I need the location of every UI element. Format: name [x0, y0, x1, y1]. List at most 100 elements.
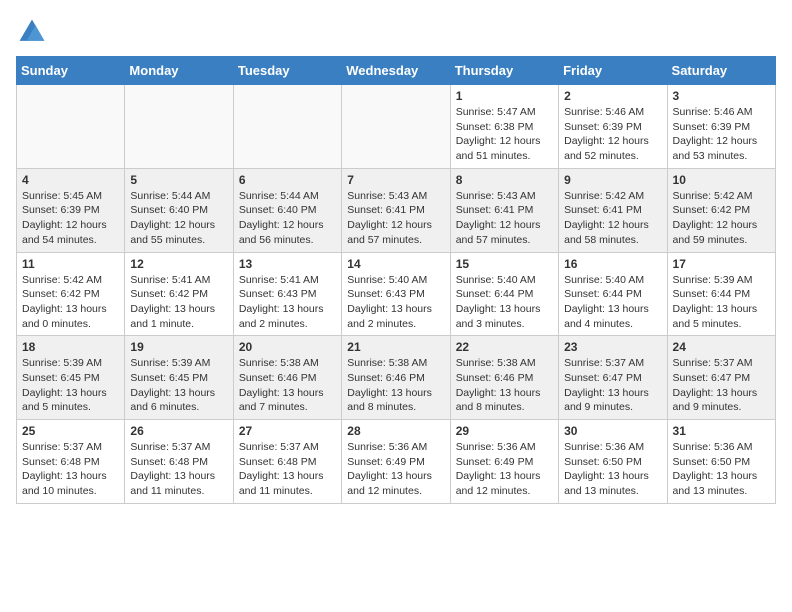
calendar-cell: 18 Sunrise: 5:39 AM Sunset: 6:45 PM Dayli… [17, 336, 125, 420]
calendar-cell: 3 Sunrise: 5:46 AM Sunset: 6:39 PM Daylig… [667, 85, 775, 169]
day-number: 18 [22, 340, 119, 354]
calendar-cell: 12 Sunrise: 5:41 AM Sunset: 6:42 PM Dayli… [125, 252, 233, 336]
page-header [16, 16, 776, 48]
day-info: Sunrise: 5:37 AM Sunset: 6:47 PM Dayligh… [673, 356, 770, 415]
week-row-3: 11 Sunrise: 5:42 AM Sunset: 6:42 PM Dayli… [17, 252, 776, 336]
day-info: Sunrise: 5:42 AM Sunset: 6:42 PM Dayligh… [673, 189, 770, 248]
logo-icon [16, 16, 48, 48]
day-number: 7 [347, 173, 444, 187]
calendar-cell: 4Sunrise: 5:45 AM Sunset: 6:39 PM Daylig… [17, 168, 125, 252]
day-info: Sunrise: 5:40 AM Sunset: 6:44 PM Dayligh… [456, 273, 553, 332]
day-number: 26 [130, 424, 227, 438]
day-number: 13 [239, 257, 336, 271]
calendar-cell [17, 85, 125, 169]
day-info: Sunrise: 5:37 AM Sunset: 6:48 PM Dayligh… [22, 440, 119, 499]
calendar-cell: 15 Sunrise: 5:40 AM Sunset: 6:44 PM Dayli… [450, 252, 558, 336]
calendar-cell: 26 Sunrise: 5:37 AM Sunset: 6:48 PM Dayli… [125, 420, 233, 504]
day-number: 12 [130, 257, 227, 271]
day-info: Sunrise: 5:40 AM Sunset: 6:44 PM Dayligh… [564, 273, 661, 332]
calendar-cell: 24 Sunrise: 5:37 AM Sunset: 6:47 PM Dayli… [667, 336, 775, 420]
calendar-cell: 6 Sunrise: 5:44 AM Sunset: 6:40 PM Daylig… [233, 168, 341, 252]
day-number: 20 [239, 340, 336, 354]
day-number: 6 [239, 173, 336, 187]
calendar-cell: 8 Sunrise: 5:43 AM Sunset: 6:41 PM Daylig… [450, 168, 558, 252]
calendar-cell: 20 Sunrise: 5:38 AM Sunset: 6:46 PM Dayli… [233, 336, 341, 420]
calendar-cell: 29 Sunrise: 5:36 AM Sunset: 6:49 PM Dayli… [450, 420, 558, 504]
day-number: 22 [456, 340, 553, 354]
calendar-cell: 11 Sunrise: 5:42 AM Sunset: 6:42 PM Dayli… [17, 252, 125, 336]
day-info: Sunrise: 5:38 AM Sunset: 6:46 PM Dayligh… [347, 356, 444, 415]
day-number: 2 [564, 89, 661, 103]
week-row-5: 25 Sunrise: 5:37 AM Sunset: 6:48 PM Dayli… [17, 420, 776, 504]
day-info: Sunrise: 5:36 AM Sunset: 6:50 PM Dayligh… [673, 440, 770, 499]
calendar-cell: 17 Sunrise: 5:39 AM Sunset: 6:44 PM Dayli… [667, 252, 775, 336]
day-info: Sunrise: 5:47 AM Sunset: 6:38 PM Dayligh… [456, 105, 553, 164]
day-info: Sunrise: 5:39 AM Sunset: 6:45 PM Dayligh… [130, 356, 227, 415]
day-info: Sunrise: 5:46 AM Sunset: 6:39 PM Dayligh… [673, 105, 770, 164]
calendar-cell: 5 Sunrise: 5:44 AM Sunset: 6:40 PM Daylig… [125, 168, 233, 252]
day-info: Sunrise: 5:45 AM Sunset: 6:39 PM Dayligh… [22, 189, 119, 248]
day-number: 9 [564, 173, 661, 187]
calendar-cell: 14 Sunrise: 5:40 AM Sunset: 6:43 PM Dayli… [342, 252, 450, 336]
calendar-cell: 27 Sunrise: 5:37 AM Sunset: 6:48 PM Dayli… [233, 420, 341, 504]
day-info: Sunrise: 5:38 AM Sunset: 6:46 PM Dayligh… [456, 356, 553, 415]
day-info: Sunrise: 5:36 AM Sunset: 6:49 PM Dayligh… [456, 440, 553, 499]
day-info: Sunrise: 5:37 AM Sunset: 6:47 PM Dayligh… [564, 356, 661, 415]
day-info: Sunrise: 5:46 AM Sunset: 6:39 PM Dayligh… [564, 105, 661, 164]
day-number: 17 [673, 257, 770, 271]
day-number: 28 [347, 424, 444, 438]
day-info: Sunrise: 5:42 AM Sunset: 6:41 PM Dayligh… [564, 189, 661, 248]
calendar-cell: 2 Sunrise: 5:46 AM Sunset: 6:39 PM Daylig… [559, 85, 667, 169]
day-number: 5 [130, 173, 227, 187]
day-info: Sunrise: 5:37 AM Sunset: 6:48 PM Dayligh… [130, 440, 227, 499]
day-info: Sunrise: 5:41 AM Sunset: 6:43 PM Dayligh… [239, 273, 336, 332]
day-number: 10 [673, 173, 770, 187]
day-number: 21 [347, 340, 444, 354]
day-number: 1 [456, 89, 553, 103]
day-info: Sunrise: 5:38 AM Sunset: 6:46 PM Dayligh… [239, 356, 336, 415]
calendar-cell: 22 Sunrise: 5:38 AM Sunset: 6:46 PM Dayli… [450, 336, 558, 420]
calendar-cell: 7 Sunrise: 5:43 AM Sunset: 6:41 PM Daylig… [342, 168, 450, 252]
day-info: Sunrise: 5:42 AM Sunset: 6:42 PM Dayligh… [22, 273, 119, 332]
header-friday: Friday [559, 57, 667, 85]
calendar-cell [342, 85, 450, 169]
week-row-2: 4Sunrise: 5:45 AM Sunset: 6:39 PM Daylig… [17, 168, 776, 252]
day-number: 19 [130, 340, 227, 354]
calendar-cell: 21 Sunrise: 5:38 AM Sunset: 6:46 PM Dayli… [342, 336, 450, 420]
day-number: 3 [673, 89, 770, 103]
day-number: 8 [456, 173, 553, 187]
day-number: 31 [673, 424, 770, 438]
calendar-cell: 28Sunrise: 5:36 AM Sunset: 6:49 PM Dayli… [342, 420, 450, 504]
week-row-1: 1 Sunrise: 5:47 AM Sunset: 6:38 PM Daylig… [17, 85, 776, 169]
day-info: Sunrise: 5:39 AM Sunset: 6:45 PM Dayligh… [22, 356, 119, 415]
calendar-header-row: SundayMondayTuesdayWednesdayThursdayFrid… [17, 57, 776, 85]
day-info: Sunrise: 5:41 AM Sunset: 6:42 PM Dayligh… [130, 273, 227, 332]
day-number: 15 [456, 257, 553, 271]
day-info: Sunrise: 5:39 AM Sunset: 6:44 PM Dayligh… [673, 273, 770, 332]
calendar-cell: 23 Sunrise: 5:37 AM Sunset: 6:47 PM Dayli… [559, 336, 667, 420]
day-info: Sunrise: 5:43 AM Sunset: 6:41 PM Dayligh… [347, 189, 444, 248]
header-tuesday: Tuesday [233, 57, 341, 85]
day-info: Sunrise: 5:44 AM Sunset: 6:40 PM Dayligh… [239, 189, 336, 248]
calendar-cell: 9 Sunrise: 5:42 AM Sunset: 6:41 PM Daylig… [559, 168, 667, 252]
day-number: 30 [564, 424, 661, 438]
day-info: Sunrise: 5:40 AM Sunset: 6:43 PM Dayligh… [347, 273, 444, 332]
header-monday: Monday [125, 57, 233, 85]
calendar-cell: 1 Sunrise: 5:47 AM Sunset: 6:38 PM Daylig… [450, 85, 558, 169]
calendar-cell [233, 85, 341, 169]
day-number: 29 [456, 424, 553, 438]
calendar-cell: 10 Sunrise: 5:42 AM Sunset: 6:42 PM Dayli… [667, 168, 775, 252]
day-number: 14 [347, 257, 444, 271]
day-number: 11 [22, 257, 119, 271]
day-info: Sunrise: 5:43 AM Sunset: 6:41 PM Dayligh… [456, 189, 553, 248]
day-number: 27 [239, 424, 336, 438]
calendar-cell [125, 85, 233, 169]
day-number: 25 [22, 424, 119, 438]
calendar-cell: 16Sunrise: 5:40 AM Sunset: 6:44 PM Dayli… [559, 252, 667, 336]
day-info: Sunrise: 5:37 AM Sunset: 6:48 PM Dayligh… [239, 440, 336, 499]
day-number: 24 [673, 340, 770, 354]
header-sunday: Sunday [17, 57, 125, 85]
day-info: Sunrise: 5:44 AM Sunset: 6:40 PM Dayligh… [130, 189, 227, 248]
calendar-cell: 30Sunrise: 5:36 AM Sunset: 6:50 PM Dayli… [559, 420, 667, 504]
day-number: 23 [564, 340, 661, 354]
